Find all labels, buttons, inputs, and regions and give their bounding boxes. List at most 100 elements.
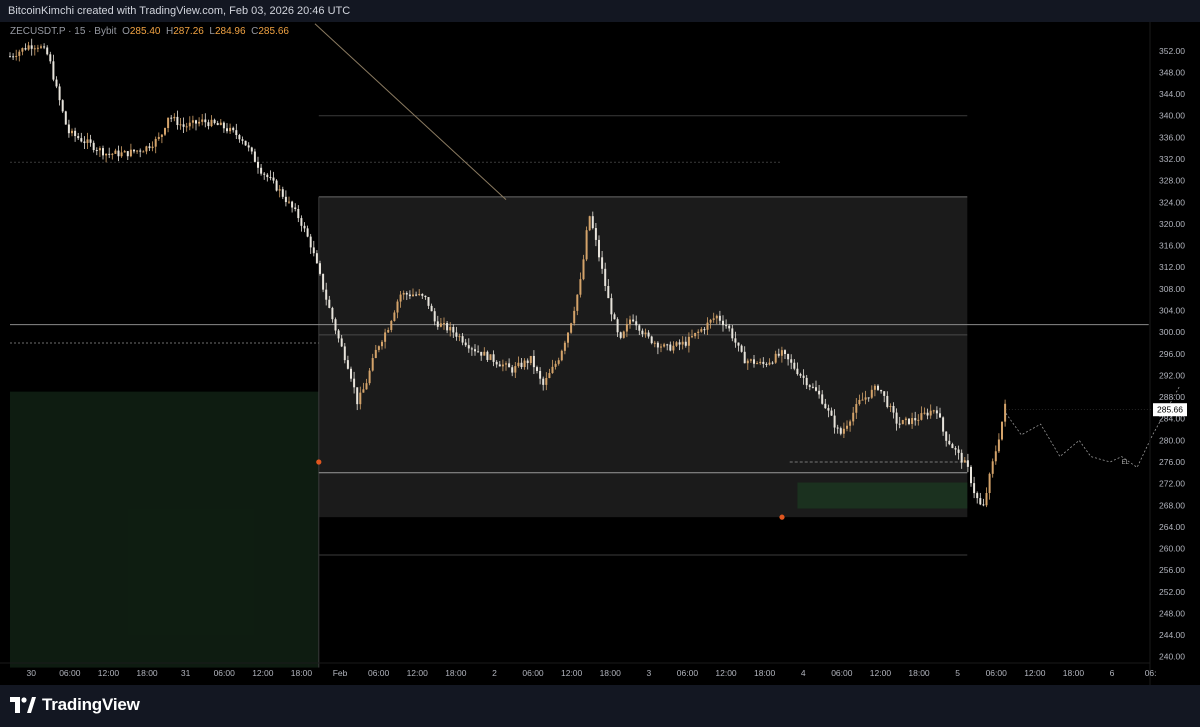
candle-body [669,344,672,351]
candle-body [666,344,669,346]
candle-body [523,360,526,368]
candle-body [619,332,622,338]
x-tick-label: 6 [1110,668,1115,678]
candle-body [849,421,852,426]
candle-body [802,375,805,378]
candle[interactable] [1001,421,1003,441]
x-tick-label: 06:00 [831,668,853,678]
candle-body [576,294,579,311]
candle-body [988,473,991,494]
candle-body [526,360,529,363]
candle-body [418,293,421,295]
candle-body [973,483,976,494]
candle-body [588,216,591,231]
y-tick-label: 304.00 [1159,306,1185,316]
candle-body [684,341,687,346]
candle-body [784,350,786,354]
candle-body [371,358,374,371]
candle-body [49,54,52,62]
y-tick-label: 240.00 [1159,652,1185,662]
y-tick-label: 308.00 [1159,284,1185,294]
candle[interactable] [585,226,588,262]
candle-body [644,332,647,335]
candle[interactable] [322,273,325,293]
candle-body [449,326,452,331]
candle-body [508,363,511,368]
candle[interactable] [61,99,64,113]
candle-body [818,390,821,395]
candle-body [387,329,390,333]
tradingview-logo[interactable]: TradingView [10,695,140,715]
candle-body [216,123,219,126]
candle-body [712,318,715,320]
y-tick-label: 272.00 [1159,479,1185,489]
candle-body [898,423,901,425]
y-tick-label: 312.00 [1159,262,1185,272]
candle-body [960,452,963,463]
candle-body [213,119,216,124]
candle-body [191,120,194,123]
candle-body [21,48,24,52]
candle-body [229,127,232,132]
candle[interactable] [570,322,573,334]
candle[interactable] [489,354,492,361]
candle-body [443,323,445,325]
candle[interactable] [64,110,67,125]
y-tick-label: 352.00 [1159,46,1185,56]
x-tick-label: 18:00 [1063,668,1085,678]
candle-body [616,319,619,333]
candle-body [133,149,135,152]
candle-body [319,263,321,274]
candle-body [563,342,566,351]
candle-body [997,439,1000,452]
candle-body [920,413,923,420]
candle-body [660,346,662,348]
candle-body [932,410,935,412]
candle-body [306,228,309,237]
candle[interactable] [622,330,625,339]
candle-body [948,440,951,445]
price-chart[interactable]: EL 352.00 348.00 344.00 340.00 336.00 332.00 3… [0,22,1200,685]
candle-body [939,413,941,418]
candle[interactable] [560,349,563,362]
y-tick-label: 316.00 [1159,241,1185,251]
legend-high: 287.26 [173,26,204,37]
candle-body [40,46,42,48]
candle-body [412,294,414,297]
candle-body [284,196,287,203]
candle-body [219,122,222,126]
candle-body [362,389,365,393]
candle-body [551,366,554,374]
candle-body [55,79,58,87]
candle-body [889,405,892,407]
candle-body [722,320,724,326]
candle-body [610,298,613,315]
candle-body [474,349,476,352]
candle-body [914,418,917,421]
candle-body [61,100,64,112]
candle[interactable] [901,419,904,425]
candle-body [27,45,30,50]
candle[interactable] [244,140,247,146]
candle-body [604,268,607,286]
candle-body [129,149,132,157]
candle-body [613,314,616,320]
candle-body [89,139,92,143]
candle[interactable] [650,335,653,345]
candle-body [461,336,464,343]
candle-body [548,373,551,379]
x-tick-label: 12:00 [1024,668,1046,678]
candle[interactable] [275,179,278,192]
y-tick-label: 288.00 [1159,392,1185,402]
candle-body [340,338,343,347]
candle-body [545,378,548,385]
candle-body [120,152,123,157]
candle-body [675,342,678,346]
candle-body [179,124,182,126]
candle-body [477,351,480,353]
candle[interactable] [588,215,591,232]
candle-body [1001,421,1003,440]
candle-body [439,323,442,327]
x-tick-label: 3 [646,668,651,678]
candle-body [520,362,523,368]
